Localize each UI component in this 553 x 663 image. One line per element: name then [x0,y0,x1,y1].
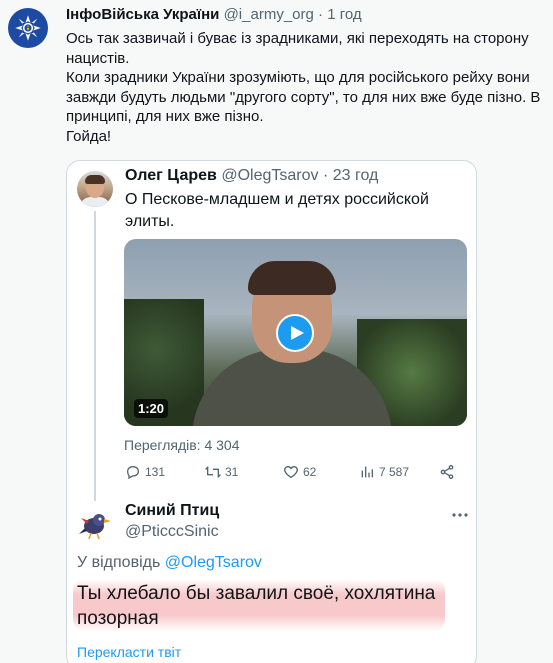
reply-tweet[interactable]: Синий Птиц @PticccSinic У відповідь @Ole… [67,494,476,663]
reply-mention-link[interactable]: @OlegTsarov [165,554,262,571]
video-person-hair [248,261,336,295]
quoted-tweet-time[interactable]: 23 год [333,167,379,184]
views-button[interactable]: 7 587 [359,464,409,480]
video-player[interactable]: 1:20 [124,239,467,426]
view-count: Переглядів: 4 304 [124,437,240,453]
quoted-tweet-header: Олег Царев @OlegTsarov · 23 год [125,167,378,185]
avatar[interactable] [77,171,113,207]
retweet-count: 31 [225,465,239,479]
reply-label: У відповідь [77,554,161,571]
action-bar: 131 31 62 7 587 [125,464,465,484]
like-icon [284,465,298,479]
reply-context: У відповідь @OlegTsarov [77,554,262,572]
quoted-tweet-body: О Пескове-младшем и детях российской эли… [125,191,429,230]
reply-body: Ты хлебало бы завалил своё, хохлятина по… [77,583,436,629]
quoted-author-handle[interactable]: @OlegTsarov [221,167,318,184]
reply-count: 131 [145,465,166,479]
reply-author-handle[interactable]: @PticccSinic [125,523,219,541]
tweet-body: Ось так зазвичай і буває із зрадниками, … [66,30,541,145]
avatar[interactable] [77,506,113,542]
tweet-time[interactable]: 1 год [327,6,361,23]
more-icon[interactable] [451,506,469,524]
author-name[interactable]: ІнфоВійська України [66,6,219,23]
army-emblem-icon[interactable] [8,8,48,48]
screenshot-root: ІнфоВійська України @i_army_org · 1 год … [0,0,553,663]
play-icon [290,326,304,340]
reply-button[interactable]: 131 [125,464,165,480]
views-chart-icon [361,466,373,478]
thread-line [94,211,96,501]
reply-author-name[interactable]: Синий Птиц [125,502,219,520]
retweet-button[interactable]: 31 [205,464,238,480]
like-button[interactable]: 62 [283,464,316,480]
quoted-author-name[interactable]: Олег Царев [125,167,217,184]
quoted-tweet-card[interactable]: Олег Царев @OlegTsarov · 23 год О Песков… [66,160,477,663]
play-button[interactable] [276,314,314,352]
tweet-header: ІнфоВійська України @i_army_org · 1 год [66,6,362,23]
translate-link[interactable]: Перекласти твіт [77,644,181,660]
dot-separator: · [318,6,324,23]
reply-icon [126,465,140,480]
video-duration: 1:20 [134,399,169,418]
share-button[interactable] [439,464,455,480]
retweet-icon [205,466,221,478]
like-count: 62 [303,465,317,479]
share-icon [440,465,454,479]
dot-separator: · [322,167,329,184]
author-handle[interactable]: @i_army_org [224,6,314,23]
views-count: 7 587 [379,465,410,479]
